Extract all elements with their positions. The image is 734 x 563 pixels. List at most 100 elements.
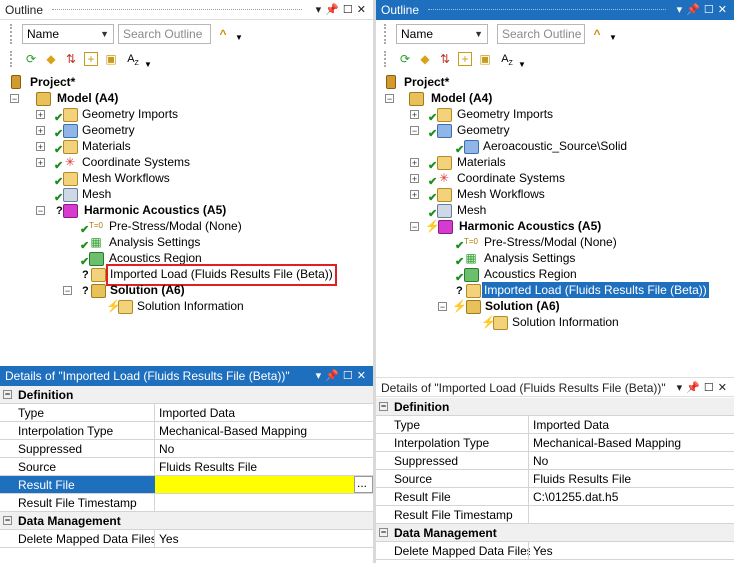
tree-geometry[interactable]: Geometry — [457, 122, 510, 138]
row-type[interactable]: Type Imported Data — [0, 404, 373, 422]
tree-solution[interactable]: Solution (A6) — [485, 298, 560, 314]
row-suppressed[interactable]: Suppressed No — [376, 452, 734, 470]
tree-aeroacoustic-solid[interactable]: Aeroacoustic_Source\Solid — [483, 138, 627, 154]
tree-prestress[interactable]: Pre-Stress/Modal (None) — [109, 218, 242, 234]
tree-materials[interactable]: Materials — [82, 138, 131, 154]
search-input[interactable]: Search Outline — [118, 24, 211, 44]
collapse-icon[interactable]: − — [379, 402, 388, 411]
chevron-down-icon[interactable]: ▼ — [232, 31, 246, 45]
toolbar-grip[interactable] — [384, 24, 390, 44]
tree-project[interactable]: Project* — [30, 74, 75, 90]
close-icon[interactable]: ✕ — [718, 4, 731, 16]
row-delete-mapped-data-files[interactable]: Delete Mapped Data Files Yes — [376, 542, 734, 560]
tree-harmonic-acoustics[interactable]: Harmonic Acoustics (A5) — [459, 218, 601, 234]
tree-coordinate-systems[interactable]: Coordinate Systems — [82, 154, 190, 170]
toolbar-grip[interactable] — [384, 51, 390, 67]
expand-icon[interactable]: + — [410, 110, 419, 120]
collapse-icon[interactable]: − — [379, 528, 388, 537]
row-delete-mapped-data-files[interactable]: Delete Mapped Data Files Yes — [0, 530, 373, 548]
add-icon[interactable]: + — [458, 52, 472, 66]
browse-button[interactable]: ... — [354, 476, 373, 493]
collapse-icon[interactable]: − — [10, 94, 19, 104]
sort-az-icon[interactable]: AZ — [126, 52, 140, 67]
eraser-icon[interactable]: ◆ — [418, 52, 432, 66]
collapse-icon[interactable]: − — [3, 516, 12, 525]
row-result-file[interactable]: Result File C:\01255.dat.h5 — [376, 488, 734, 506]
expand-icon[interactable]: + — [36, 110, 45, 120]
row-type[interactable]: Type Imported Data — [376, 416, 734, 434]
row-source[interactable]: Source Fluids Results File — [0, 458, 373, 476]
name-combo[interactable]: Name ▼ — [22, 24, 114, 44]
collapse-icon[interactable]: − — [410, 126, 419, 136]
tree-solution-information[interactable]: Solution Information — [137, 298, 244, 314]
result-file-value[interactable]: C:\01255.dat.h5 — [529, 488, 618, 505]
category-data-management[interactable]: − Data Management — [0, 512, 373, 530]
tree-geometry-imports[interactable]: Geometry Imports — [457, 106, 553, 122]
tree-analysis-settings[interactable]: Analysis Settings — [484, 250, 575, 266]
sort-icon[interactable]: ⇅ — [438, 52, 452, 66]
row-interpolation-type[interactable]: Interpolation Type Mechanical-Based Mapp… — [0, 422, 373, 440]
tree-harmonic-acoustics[interactable]: Harmonic Acoustics (A5) — [84, 202, 226, 218]
tree-prestress[interactable]: Pre-Stress/Modal (None) — [484, 234, 617, 250]
category-data-management[interactable]: − Data Management — [376, 524, 734, 542]
collapse-icon[interactable]: − — [36, 206, 45, 216]
expand-icon[interactable]: + — [410, 190, 419, 200]
toolbar-grip[interactable] — [10, 51, 16, 67]
collapse-icon[interactable]: − — [385, 94, 394, 104]
category-definition[interactable]: − Definition — [376, 398, 734, 416]
name-combo[interactable]: Name ▼ — [396, 24, 488, 44]
tree-model[interactable]: Model (A4) — [57, 90, 118, 106]
row-interpolation-type[interactable]: Interpolation Type Mechanical-Based Mapp… — [376, 434, 734, 452]
tree-analysis-settings[interactable]: Analysis Settings — [109, 234, 200, 250]
pin-icon[interactable]: 📌 — [325, 370, 343, 382]
row-result-file[interactable]: Result File ... — [0, 476, 373, 494]
dropdown-icon[interactable]: ▾ — [677, 382, 687, 394]
maximize-icon[interactable]: ☐ — [704, 382, 718, 394]
tree-acoustics-region[interactable]: Acoustics Region — [484, 266, 577, 282]
expand-icon[interactable]: + — [36, 142, 45, 152]
expand-icon[interactable]: + — [36, 158, 45, 168]
tree-mesh[interactable]: Mesh — [82, 186, 111, 202]
tree-solution[interactable]: Solution (A6) — [110, 282, 185, 298]
tree-model[interactable]: Model (A4) — [431, 90, 492, 106]
pin-icon[interactable]: 📌 — [686, 382, 704, 394]
search-input[interactable]: Search Outline — [497, 24, 585, 44]
tree-solution-information[interactable]: Solution Information — [512, 314, 619, 330]
tree-project[interactable]: Project* — [404, 74, 449, 90]
search-up-icon[interactable]: ^ — [216, 27, 230, 41]
dropdown-icon[interactable]: ▾ — [677, 4, 687, 16]
tree-mesh-workflows[interactable]: Mesh Workflows — [457, 186, 545, 202]
sort-az-icon[interactable]: AZ — [500, 52, 514, 67]
tree-geometry-imports[interactable]: Geometry Imports — [82, 106, 178, 122]
collapse-icon[interactable]: − — [410, 222, 419, 232]
row-suppressed[interactable]: Suppressed No — [0, 440, 373, 458]
close-icon[interactable]: ✕ — [357, 370, 370, 382]
filter-folder-icon[interactable]: ▣ — [478, 52, 492, 66]
toolbar-grip[interactable] — [10, 24, 16, 44]
pin-icon[interactable]: 📌 — [686, 4, 704, 16]
result-file-input[interactable] — [155, 476, 354, 493]
collapse-icon[interactable]: − — [438, 302, 447, 312]
eraser-icon[interactable]: ◆ — [44, 52, 58, 66]
collapse-icon[interactable]: − — [3, 390, 12, 399]
row-source[interactable]: Source Fluids Results File — [376, 470, 734, 488]
pin-icon[interactable]: 📌 — [325, 4, 343, 16]
row-result-file-timestamp[interactable]: Result File Timestamp — [0, 494, 373, 512]
search-up-icon[interactable]: ^ — [590, 27, 604, 41]
tree-materials[interactable]: Materials — [457, 154, 506, 170]
dropdown-icon[interactable]: ▾ — [316, 4, 326, 16]
row-result-file-timestamp[interactable]: Result File Timestamp — [376, 506, 734, 524]
chevron-down-icon[interactable]: ▼ — [606, 31, 620, 45]
maximize-icon[interactable]: ☐ — [343, 370, 357, 382]
sort-icon[interactable]: ⇅ — [64, 52, 78, 66]
tree-mesh[interactable]: Mesh — [457, 202, 486, 218]
expand-icon[interactable]: + — [410, 158, 419, 168]
dropdown-icon[interactable]: ▾ — [316, 370, 326, 382]
close-icon[interactable]: ✕ — [357, 4, 370, 16]
maximize-icon[interactable]: ☐ — [343, 4, 357, 16]
refresh-icon[interactable]: ⟳ — [398, 52, 412, 66]
add-icon[interactable]: + — [84, 52, 98, 66]
category-definition[interactable]: − Definition — [0, 386, 373, 404]
maximize-icon[interactable]: ☐ — [704, 4, 718, 16]
collapse-icon[interactable]: − — [63, 286, 72, 296]
